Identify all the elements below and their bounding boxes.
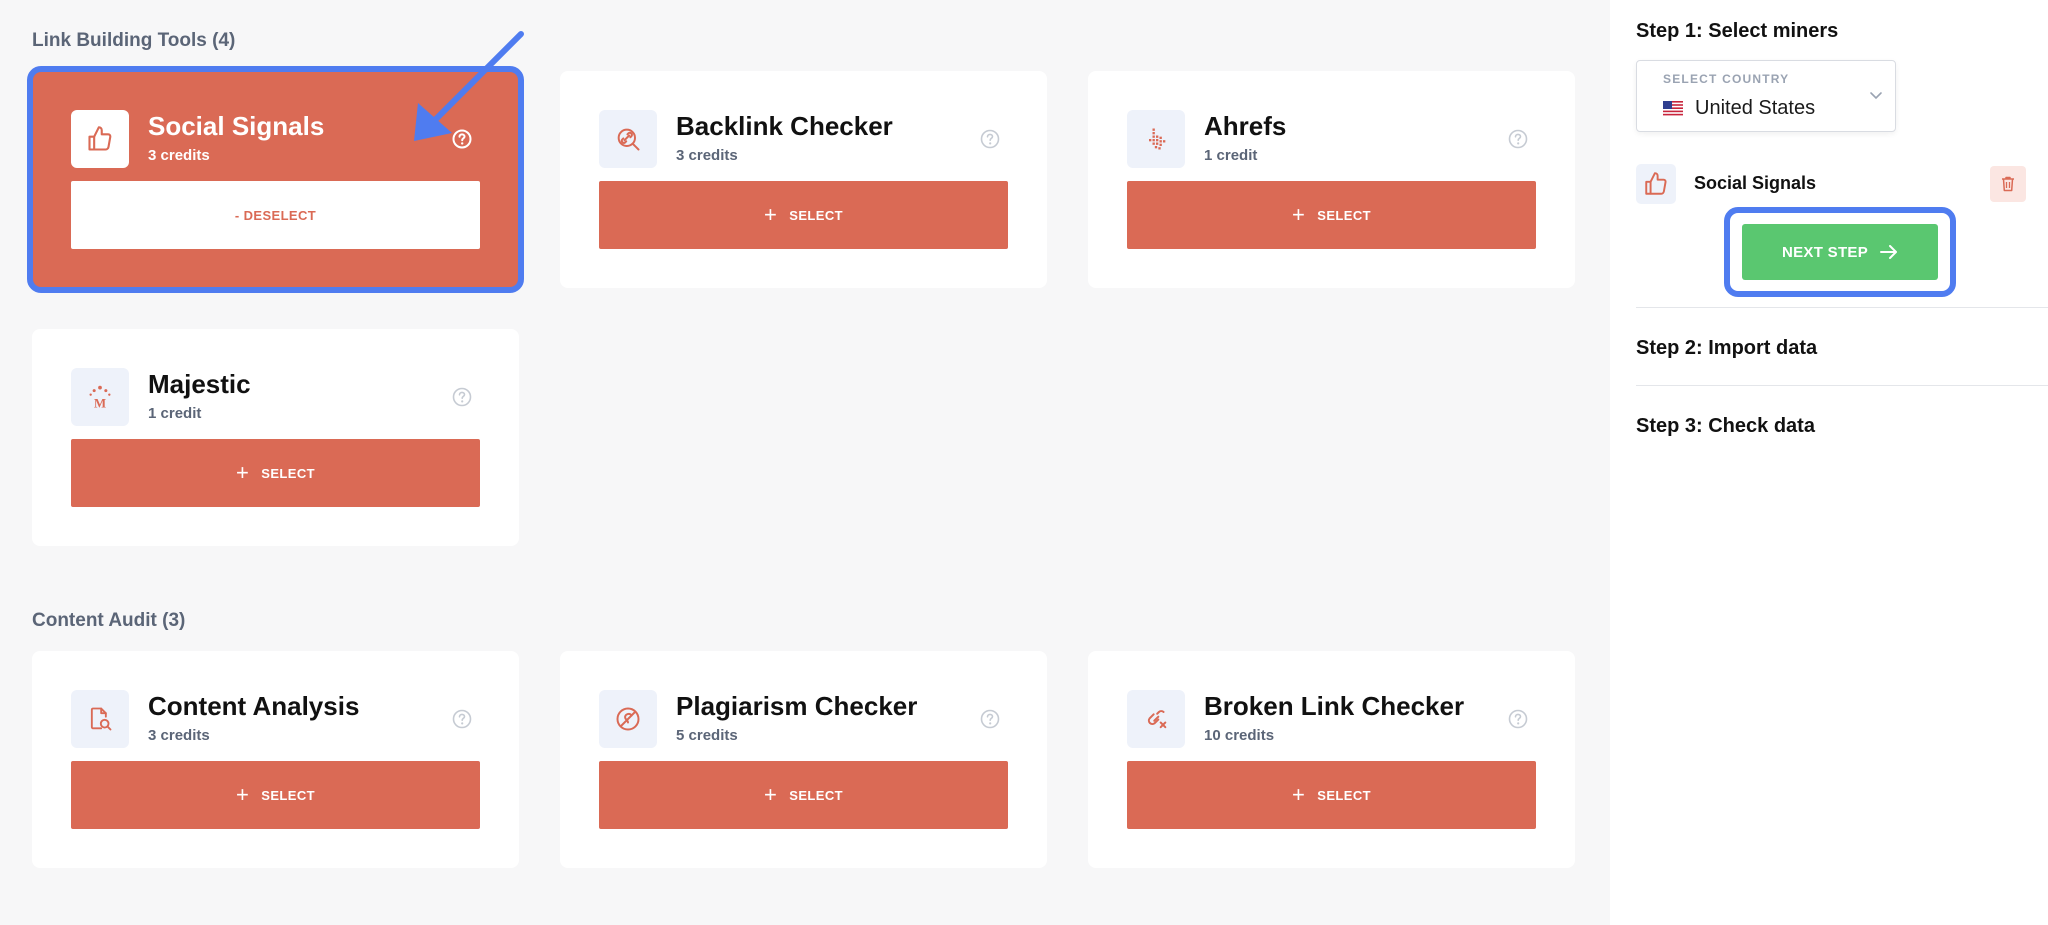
remove-miner-button[interactable]	[1990, 166, 2026, 202]
plus-icon: +	[1292, 782, 1306, 807]
tool-card-backlink-checker[interactable]: Backlink Checker 3 credits + SELECT	[560, 71, 1047, 288]
select-button[interactable]: + SELECT	[1127, 761, 1536, 829]
tool-credits: 5 credits	[676, 727, 738, 744]
step1-title: Step 1: Select miners	[1636, 20, 1839, 42]
tool-name: Majestic	[148, 369, 251, 399]
button-label: SELECT	[789, 787, 843, 803]
select-button[interactable]: + SELECT	[1127, 181, 1536, 249]
button-label: SELECT	[789, 207, 843, 223]
help-icon[interactable]	[452, 709, 472, 729]
step3-title[interactable]: Step 3: Check data	[1636, 415, 1815, 438]
help-icon[interactable]	[980, 709, 1000, 729]
svg-text:M: M	[94, 397, 106, 411]
link-search-icon	[599, 110, 657, 168]
help-icon[interactable]	[452, 129, 472, 149]
divider	[1636, 385, 2048, 386]
button-label: SELECT	[1317, 207, 1371, 223]
tool-credits: 10 credits	[1204, 727, 1275, 744]
tool-card-majestic[interactable]: M Majestic 1 credit + SELECT	[32, 329, 519, 546]
us-flag-icon	[1663, 101, 1683, 116]
help-icon[interactable]	[1508, 709, 1528, 729]
thumbs-up-icon	[71, 110, 129, 168]
ahrefs-pointer-icon	[1127, 110, 1185, 168]
section-title-link-building: Link Building Tools (4)	[32, 30, 236, 51]
button-label: SELECT	[1317, 787, 1371, 803]
tool-card-content-analysis[interactable]: Content Analysis 3 credits + SELECT	[32, 651, 519, 868]
deselect-button[interactable]: - DESELECT	[71, 181, 480, 249]
step2-title[interactable]: Step 2: Import data	[1636, 337, 1817, 360]
country-select-caption: SELECT COUNTRY	[1663, 72, 1790, 86]
tool-name: Ahrefs	[1204, 111, 1287, 141]
tool-credits: 3 credits	[676, 147, 738, 164]
broken-link-icon	[1127, 690, 1185, 748]
button-label: SELECT	[261, 465, 315, 481]
divider	[1636, 307, 2048, 308]
tool-card-ahrefs[interactable]: Ahrefs 1 credit + SELECT	[1088, 71, 1575, 288]
tool-name: Broken Link Checker	[1204, 691, 1465, 721]
tool-card-social-signals[interactable]: Social Signals 3 credits - DESELECT	[32, 71, 519, 288]
select-button[interactable]: + SELECT	[599, 181, 1008, 249]
country-select-value: United States	[1695, 97, 1816, 119]
plus-icon: +	[764, 202, 778, 227]
arrow-right-icon	[1880, 245, 1898, 259]
steps-sidebar: Step 1: Select miners SELECT COUNTRY Uni…	[1610, 0, 2048, 925]
country-select[interactable]: SELECT COUNTRY United States	[1636, 60, 1896, 132]
selected-miner-name: Social Signals	[1694, 173, 1817, 193]
next-step-button[interactable]: NEXT STEP	[1742, 224, 1938, 280]
plus-icon: +	[236, 460, 250, 485]
plus-icon: +	[764, 782, 778, 807]
thumbs-up-icon	[1636, 164, 1676, 204]
help-icon[interactable]	[1508, 129, 1528, 149]
tool-card-broken-link-checker[interactable]: Broken Link Checker 10 credits + SELECT	[1088, 651, 1575, 868]
tool-credits: 1 credit	[148, 405, 202, 422]
tool-card-plagiarism-checker[interactable]: Plagiarism Checker 5 credits + SELECT	[560, 651, 1047, 868]
select-button[interactable]: + SELECT	[71, 439, 480, 507]
select-button[interactable]: + SELECT	[599, 761, 1008, 829]
help-icon[interactable]	[980, 129, 1000, 149]
tool-name: Backlink Checker	[676, 111, 893, 141]
document-search-icon	[71, 690, 129, 748]
tools-panel: Link Building Tools (4) Social Signals 3…	[0, 0, 1610, 925]
trash-icon	[2002, 176, 2014, 192]
select-button[interactable]: + SELECT	[71, 761, 480, 829]
button-label: SELECT	[261, 787, 315, 803]
plus-icon: +	[1292, 202, 1306, 227]
tool-credits: 3 credits	[148, 147, 210, 164]
tool-credits: 1 credit	[1204, 147, 1258, 164]
tool-credits: 3 credits	[148, 727, 210, 744]
next-step-label: NEXT STEP	[1781, 243, 1869, 261]
majestic-logo-icon: M	[71, 368, 129, 426]
button-label: - DESELECT	[234, 207, 317, 223]
chevron-down-icon	[1870, 92, 1882, 100]
plus-icon: +	[236, 782, 250, 807]
help-icon[interactable]	[452, 387, 472, 407]
tool-name: Social Signals	[148, 111, 325, 141]
tool-name: Content Analysis	[148, 691, 360, 721]
tool-name: Plagiarism Checker	[676, 691, 918, 721]
plagiarism-icon	[599, 690, 657, 748]
section-title-content-audit: Content Audit (3)	[32, 610, 186, 631]
